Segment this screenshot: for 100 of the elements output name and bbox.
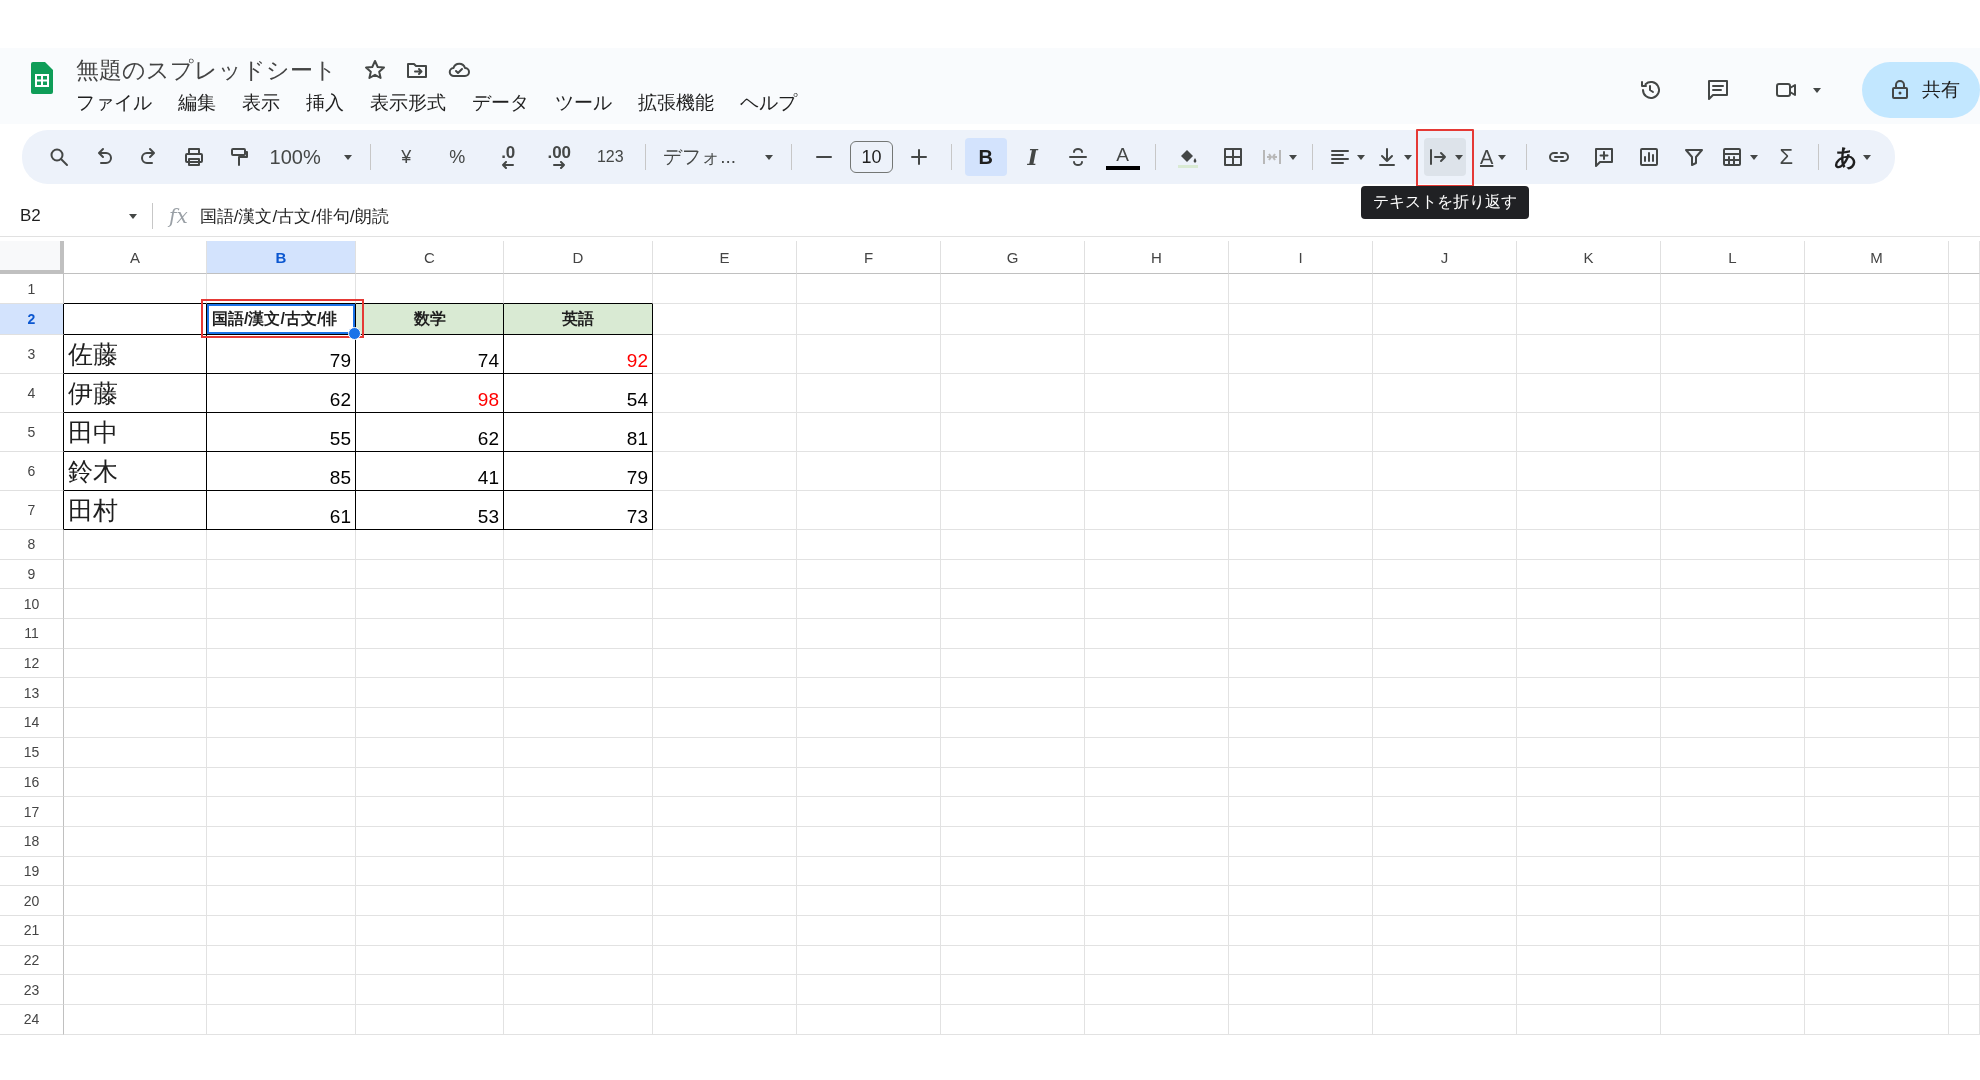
row-header[interactable]: 20 — [0, 886, 64, 916]
row-header[interactable]: 9 — [0, 559, 64, 590]
table-cell[interactable]: 55 — [329, 428, 351, 450]
column-header[interactable]: C — [356, 241, 504, 274]
column-header[interactable]: M — [1805, 241, 1949, 274]
tooltip: テキストを折り返す — [1360, 186, 1529, 219]
row-header[interactable]: 2 — [0, 304, 64, 335]
row-header[interactable]: 6 — [0, 452, 64, 491]
column-header[interactable]: E — [653, 241, 797, 274]
table-cell[interactable]: 81 — [626, 428, 648, 450]
row-header[interactable]: 16 — [0, 767, 64, 798]
menu-item[interactable]: 拡張機能 — [638, 90, 714, 116]
font-dropdown[interactable]: デフォ... — [659, 138, 779, 176]
table-cell[interactable]: 佐藤 — [68, 337, 118, 371]
menu-item[interactable]: ファイル — [76, 90, 152, 116]
caret-icon — [1288, 153, 1298, 161]
table-cell[interactable]: 79 — [329, 350, 351, 372]
star-icon[interactable] — [363, 58, 387, 82]
column-header[interactable]: A — [64, 241, 207, 274]
menu-item[interactable]: ヘルプ — [740, 90, 797, 116]
text-wrap-button[interactable] — [1423, 138, 1466, 176]
select-all-corner[interactable] — [0, 241, 64, 274]
row-header[interactable]: 12 — [0, 648, 64, 679]
table-cell[interactable]: 53 — [477, 506, 499, 528]
row-header[interactable]: 10 — [0, 589, 64, 620]
row-header[interactable]: 23 — [0, 975, 64, 1005]
formula-input[interactable]: 国語/漢文/古文/俳句/朗読 — [199, 204, 389, 228]
row-header[interactable]: 4 — [0, 374, 64, 413]
column-header[interactable]: H — [1085, 241, 1229, 274]
column-header[interactable]: K — [1517, 241, 1661, 274]
italic-button[interactable]: I — [1013, 138, 1052, 176]
bold-button[interactable]: B — [964, 138, 1007, 176]
sum-button[interactable]: Σ — [1767, 138, 1806, 176]
font-size-field[interactable]: 10 — [850, 141, 893, 173]
column-header[interactable]: L — [1661, 241, 1805, 274]
column-header[interactable]: J — [1373, 241, 1517, 274]
table-cell[interactable]: 92 — [626, 350, 648, 372]
name-box[interactable]: B2 — [0, 206, 152, 226]
row-header[interactable]: 11 — [0, 619, 64, 649]
row-header[interactable]: 22 — [0, 945, 64, 976]
menu-item[interactable]: 挿入 — [306, 90, 344, 116]
table-cell[interactable]: 61 — [329, 506, 351, 528]
input-tools-button[interactable]: あ — [1832, 138, 1873, 176]
table-cell[interactable]: 85 — [329, 467, 351, 489]
menu-item[interactable]: 表示 — [242, 90, 280, 116]
caret-icon — [1355, 153, 1366, 161]
row-header[interactable]: 13 — [0, 678, 64, 709]
caret-icon — [1403, 153, 1414, 161]
row-header[interactable]: 24 — [0, 1005, 64, 1035]
table-header-cell[interactable]: 英語 — [562, 308, 594, 330]
print-icon — [182, 145, 206, 169]
menu-item[interactable]: ツール — [555, 90, 612, 116]
table-cell[interactable]: 62 — [477, 428, 499, 450]
row-header[interactable]: 17 — [0, 797, 64, 827]
zoom-dropdown[interactable]: 100% — [265, 138, 358, 176]
caret-icon — [1861, 153, 1872, 161]
table-cell[interactable]: 73 — [626, 506, 648, 528]
arrow-right-icon — [552, 161, 567, 169]
row-header[interactable]: 21 — [0, 915, 64, 946]
row-header[interactable]: 5 — [0, 413, 64, 452]
row-header[interactable]: 8 — [0, 530, 64, 560]
table-cell[interactable]: 鈴木 — [68, 454, 118, 488]
table-cell[interactable]: 62 — [329, 389, 351, 411]
table-cell[interactable]: 41 — [477, 467, 499, 489]
column-header[interactable]: F — [797, 241, 941, 274]
row-header[interactable]: 19 — [0, 856, 64, 887]
row-header[interactable]: 15 — [0, 737, 64, 768]
share-button[interactable]: 共有 — [1862, 62, 1980, 118]
menu-item[interactable]: 編集 — [178, 90, 216, 116]
table-cell[interactable]: 54 — [626, 389, 648, 411]
decrease-decimal-button[interactable]: .0 — [486, 138, 531, 176]
table-cell[interactable]: 74 — [477, 350, 499, 372]
row-header[interactable]: 3 — [0, 335, 64, 374]
row-header[interactable]: 7 — [0, 491, 64, 530]
document-title[interactable]: 無題のスプレッドシート — [76, 54, 337, 86]
increase-decimal-button[interactable]: .00 — [537, 138, 582, 176]
menu-item[interactable]: データ — [472, 90, 529, 116]
row-header[interactable]: 18 — [0, 826, 64, 857]
menu-item[interactable]: 表示形式 — [370, 90, 446, 116]
text-color-button[interactable]: A — [1103, 138, 1142, 176]
column-header[interactable] — [1949, 241, 1980, 274]
column-header[interactable]: B — [207, 241, 356, 274]
caret-icon — [1749, 153, 1759, 161]
table-cell[interactable]: 伊藤 — [68, 376, 118, 410]
caret-icon[interactable] — [1812, 86, 1822, 94]
table-cell[interactable]: 田村 — [68, 493, 118, 527]
text-rotation-button[interactable]: A — [1474, 138, 1513, 176]
table-header-cell[interactable]: 数学 — [413, 308, 446, 330]
column-header[interactable]: D — [504, 241, 653, 274]
table-cell[interactable]: 田中 — [68, 415, 118, 449]
column-header[interactable]: G — [941, 241, 1085, 274]
table-cell[interactable]: 98 — [477, 389, 499, 411]
column-header[interactable]: I — [1229, 241, 1373, 274]
table-cell[interactable]: 79 — [626, 467, 648, 489]
number-format-button[interactable]: 123 — [588, 138, 633, 176]
percent-button[interactable]: % — [435, 138, 480, 176]
sheets-logo-icon[interactable] — [30, 62, 54, 94]
row-header[interactable]: 14 — [0, 708, 64, 738]
caret-icon — [1497, 153, 1508, 161]
currency-button[interactable]: ¥ — [384, 138, 429, 176]
